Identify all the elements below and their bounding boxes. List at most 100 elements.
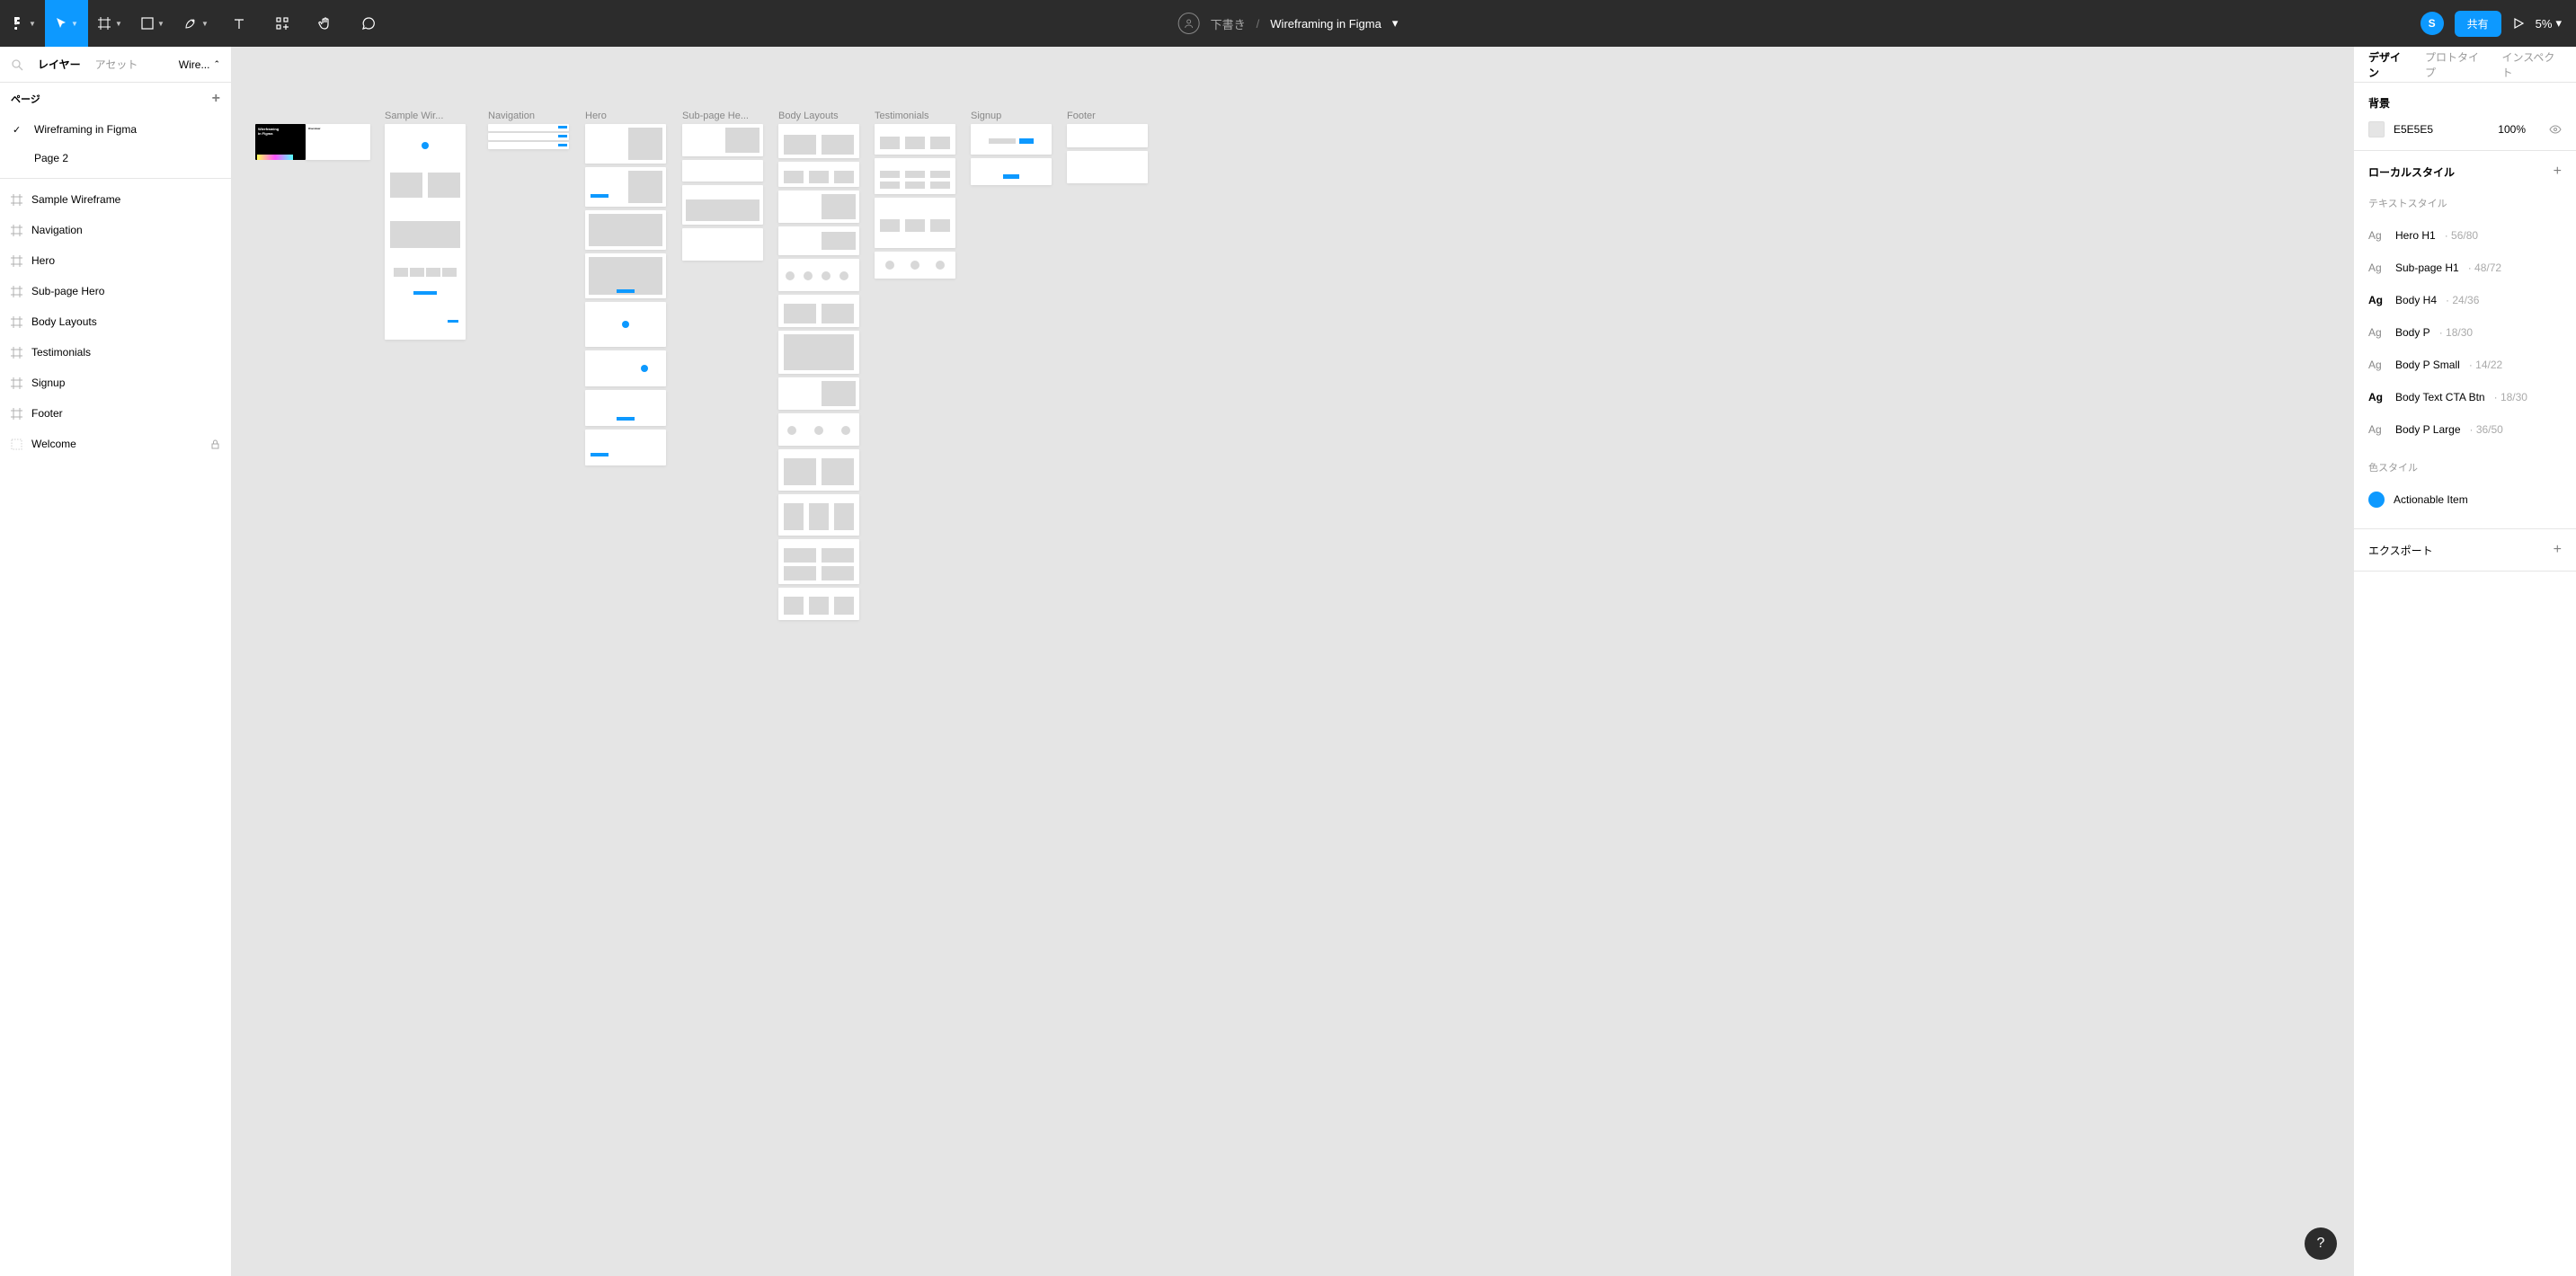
zoom-control[interactable]: 5% ▾ [2536,16,2562,31]
tab-assets[interactable]: アセット [95,57,138,72]
present-button[interactable] [2512,17,2525,30]
frame-label[interactable]: Sample Wir... [385,111,443,121]
tab-prototype[interactable]: プロトタイプ [2425,49,2486,80]
text-style-name: Body Text CTA Btn [2395,391,2485,403]
text-style-name: Body P Small [2395,359,2460,371]
local-styles-section: ローカルスタイル + テキストスタイル AgHero H1 · 56/80AgS… [2354,151,2576,529]
text-style-icon: Ag [2368,391,2386,403]
text-style-row[interactable]: AgBody Text CTA Btn · 18/30 [2368,381,2562,413]
right-panel: デザイン プロトタイプ インスペクト 背景 E5E5E5 100% ローカルスタ… [2353,47,2576,1276]
visibility-icon[interactable] [2549,123,2562,136]
file-title-area: 下書き / Wireframing in Figma ▾ [1178,13,1399,34]
layer-item[interactable]: Navigation [0,215,231,245]
text-style-meta: · 14/22 [2469,359,2502,371]
canvas[interactable]: Wireframingin Figma Overview [232,47,2353,1276]
text-style-row[interactable]: AgSub-page H1 · 48/72 [2368,252,2562,284]
layer-item[interactable]: Signup [0,368,231,398]
layer-item[interactable]: Sample Wireframe [0,184,231,215]
frame-label[interactable]: Signup [971,111,1001,121]
layer-item[interactable]: Hero [0,245,231,276]
color-style-row[interactable]: Actionable Item [2368,483,2562,516]
draft-label[interactable]: 下書き [1211,15,1246,32]
text-tool-button[interactable] [218,0,261,47]
frame-label[interactable]: Sub-page He... [682,111,749,121]
text-style-icon: Ag [2368,326,2386,339]
frame-label[interactable]: Hero [585,111,607,121]
text-style-row[interactable]: AgBody H4 · 24/36 [2368,284,2562,316]
frame-icon [11,408,22,420]
chevron-down-icon: ▼ [201,20,209,28]
page-name: Page 2 [34,152,68,164]
background-opacity[interactable]: 100% [2498,123,2526,136]
pen-tool-button[interactable]: ▼ [174,0,218,47]
user-avatar-badge[interactable]: S [2421,12,2444,35]
layer-item[interactable]: Footer [0,398,231,429]
layer-item[interactable]: Testimonials [0,337,231,368]
text-style-row[interactable]: Ag Body P Small · 14/22 [2368,349,2562,381]
frame-icon [11,347,22,359]
tab-inspect[interactable]: インスペクト [2502,49,2562,80]
owner-avatar[interactable] [1178,13,1200,34]
tab-layers[interactable]: レイヤー [38,57,81,72]
file-name[interactable]: Wireframing in Figma [1270,17,1381,31]
text-style-meta: · 48/72 [2468,261,2501,274]
chevron-down-icon[interactable]: ▾ [1392,16,1399,31]
frame-icon [11,316,22,328]
background-title: 背景 [2368,95,2562,111]
layer-name: Navigation [31,224,83,236]
chevron-down-icon: ▼ [29,20,36,28]
text-style-name: Body P Large [2395,423,2461,436]
share-button[interactable]: 共有 [2455,11,2501,37]
text-style-meta: · 36/50 [2470,423,2503,436]
page-item[interactable]: Page 2 [0,144,231,173]
move-tool-button[interactable]: ▼ [45,0,88,47]
text-style-name: Body P [2395,326,2430,339]
layer-item[interactable]: Sub-page Hero [0,276,231,306]
local-styles-title: ローカルスタイル [2368,164,2455,180]
layer-item[interactable]: Body Layouts [0,306,231,337]
page-name: Wireframing in Figma [34,123,137,136]
frame-icon [11,286,22,297]
background-hex[interactable]: E5E5E5 [2394,123,2433,136]
resources-button[interactable] [261,0,304,47]
lock-icon [210,439,220,449]
text-style-row[interactable]: AgHero H1 · 56/80 [2368,219,2562,252]
add-export-button[interactable]: + [2554,542,2562,558]
left-panel: レイヤー アセット Wire... ⌃ ページ + Wireframing in… [0,47,232,1276]
frame-label[interactable]: Testimonials [875,111,929,121]
page-selector[interactable]: Wire... ⌃ [179,58,220,71]
text-style-name: Hero H1 [2395,229,2436,242]
page-item[interactable]: Wireframing in Figma [0,115,231,144]
frame-icon [11,255,22,267]
frame-tool-button[interactable]: ▼ [88,0,131,47]
add-style-button[interactable]: + [2554,164,2562,180]
text-style-icon: Ag [2368,229,2386,242]
color-swatch [2368,492,2385,508]
background-swatch[interactable] [2368,121,2385,137]
text-style-row[interactable]: Ag Body P · 18/30 [2368,316,2562,349]
chevron-down-icon: ▾ [2555,16,2562,31]
pages-header: ページ + [0,83,231,115]
main-menu-button[interactable]: ▼ [0,0,45,47]
layer-name: Testimonials [31,346,91,359]
frame-icon [11,225,22,236]
text-style-icon: Ag [2368,423,2386,436]
text-style-meta: · 18/30 [2439,326,2473,339]
color-styles-label: 色スタイル [2368,460,2562,474]
text-style-row[interactable]: Ag Body P Large · 36/50 [2368,413,2562,446]
text-style-icon: Ag [2368,359,2386,371]
layer-item[interactable]: Welcome [0,429,231,459]
layer-name: Sample Wireframe [31,193,120,206]
shape-tool-button[interactable]: ▼ [131,0,174,47]
background-section: 背景 E5E5E5 100% [2354,83,2576,151]
help-button[interactable]: ? [2305,1227,2337,1260]
frame-label[interactable]: Body Layouts [778,111,839,121]
search-icon[interactable] [11,58,23,71]
frame-label[interactable]: Navigation [488,111,535,121]
comment-tool-button[interactable] [347,0,390,47]
group-icon [11,439,22,450]
frame-label[interactable]: Footer [1067,111,1096,121]
hand-tool-button[interactable] [304,0,347,47]
tab-design[interactable]: デザイン [2368,49,2409,80]
add-page-button[interactable]: + [212,91,220,107]
